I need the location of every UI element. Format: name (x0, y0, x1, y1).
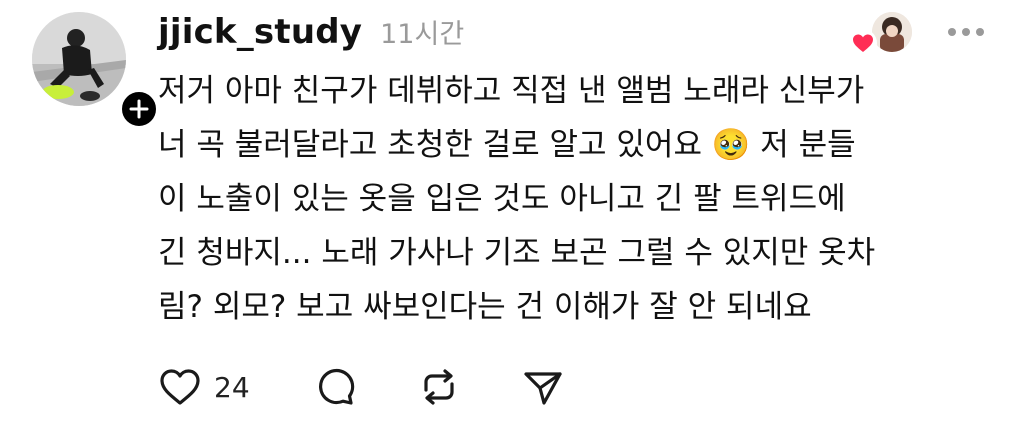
avatar-photo (32, 12, 126, 106)
author-avatar-group (32, 12, 160, 130)
comment-bubble-icon (318, 368, 354, 405)
thread-post: jjick_study 11시간 저거 아마 친구가 데뷔하고 직접 낸 앨범 … (0, 0, 1024, 432)
username[interactable]: jjick_study (158, 12, 362, 52)
post-header: jjick_study 11시간 (158, 12, 464, 56)
share-button[interactable] (522, 366, 564, 408)
more-horizontal-icon (948, 28, 984, 36)
post-actions: 24 (158, 364, 564, 410)
follow-button[interactable] (118, 88, 160, 130)
more-options-button[interactable] (944, 18, 988, 46)
reactor-avatar (872, 12, 912, 52)
like-count: 24 (214, 370, 250, 404)
reaction-indicator[interactable] (846, 12, 916, 58)
repost-icon (424, 369, 454, 405)
like-button[interactable]: 24 (158, 367, 250, 407)
author-avatar[interactable] (32, 12, 126, 106)
post-body: 저거 아마 친구가 데뷔하고 직접 낸 앨범 노래라 신부가 너 곡 불러달라고… (158, 73, 876, 325)
reply-button[interactable] (314, 366, 356, 408)
repost-button[interactable] (418, 366, 460, 408)
plus-icon (129, 99, 149, 119)
reactor-photo (872, 12, 912, 52)
heart-icon (848, 28, 878, 58)
timestamp: 11시간 (380, 19, 465, 50)
send-icon (524, 372, 562, 405)
heart-outline-icon (160, 369, 200, 405)
